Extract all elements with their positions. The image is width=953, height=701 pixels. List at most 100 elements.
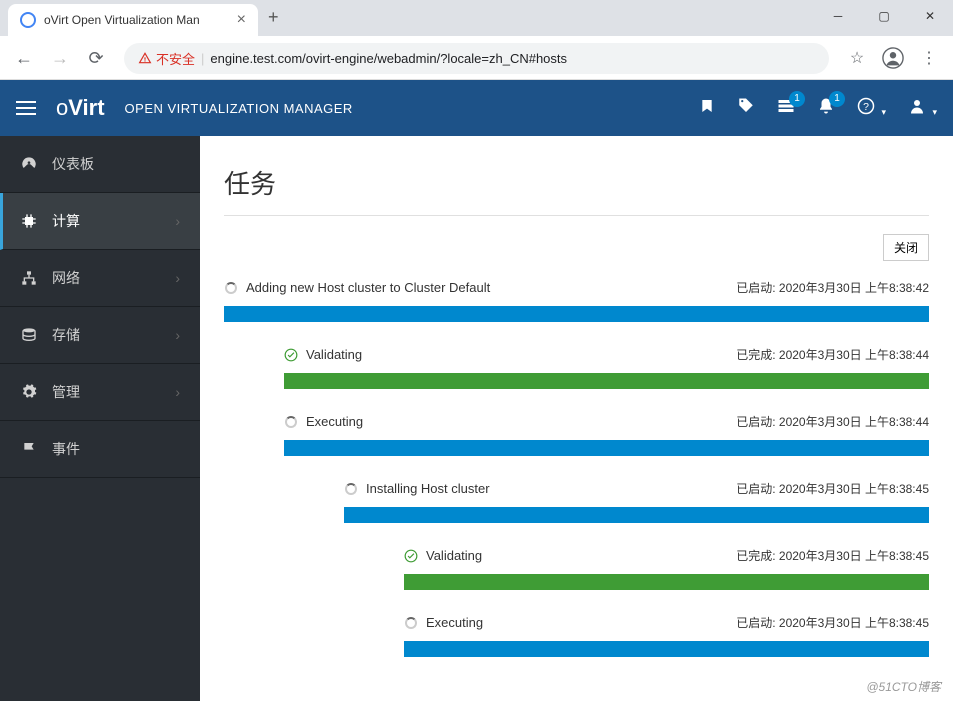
divider [224,215,929,216]
bookmark-icon [699,98,715,114]
spinner-icon [224,281,238,295]
progress-bar [404,641,929,657]
flag-icon [20,441,38,457]
app-header: oVirt OPEN VIRTUALIZATION MANAGER 1 1 ? … [0,80,953,136]
app-subtitle: OPEN VIRTUALIZATION MANAGER [125,101,353,116]
browser-chrome: ─ ▢ ✕ oVirt Open Virtualization Man × + … [0,0,953,80]
task-row: Executing 已启动: 2020年3月30日 上午8:38:45 [404,608,929,657]
sidebar-item-label: 事件 [52,439,180,459]
browser-menu-button[interactable]: ⋮ [913,42,945,74]
progress-bar [404,574,929,590]
browser-tab[interactable]: oVirt Open Virtualization Man × [8,4,258,36]
check-circle-icon [404,549,418,563]
sidebar-item-dashboard[interactable]: 仪表板 [0,136,200,193]
task-timestamp: 已完成: 2020年3月30日 上午8:38:45 [736,547,929,564]
gear-icon [20,384,38,400]
progress-bar [224,306,929,322]
tasks-list: Adding new Host cluster to Cluster Defau… [224,273,929,657]
task-timestamp: 已启动: 2020年3月30日 上午8:38:45 [736,480,929,497]
help-icon: ? [857,97,875,115]
dashboard-icon [20,156,38,172]
close-button[interactable]: 关闭 [883,234,929,261]
bookmark-header-button[interactable] [699,98,715,119]
forward-button[interactable]: → [44,42,76,74]
tasks-button[interactable]: 1 [777,97,795,120]
menu-toggle-button[interactable] [16,97,36,119]
task-name: Adding new Host cluster to Cluster Defau… [246,280,728,295]
tab-title: oVirt Open Virtualization Man [44,13,229,27]
task-header[interactable]: Adding new Host cluster to Cluster Defau… [224,273,929,302]
action-row: 关闭 [224,234,929,261]
task-header[interactable]: Validating 已完成: 2020年3月30日 上午8:38:44 [284,340,929,369]
check-circle-icon [284,348,298,362]
progress-bar [284,440,929,456]
new-tab-button[interactable]: + [258,0,289,36]
chevron-right-icon: › [175,213,180,229]
url-text: engine.test.com/ovirt-engine/webadmin/?l… [210,51,567,66]
sidebar: 仪表板 计算 › 网络 › 存储 › 管理 › 事件 [0,136,200,701]
task-header[interactable]: Installing Host cluster已启动: 2020年3月30日 上… [344,474,929,503]
task-timestamp: 已完成: 2020年3月30日 上午8:38:44 [736,346,929,363]
back-button[interactable]: ← [8,42,40,74]
task-row: Adding new Host cluster to Cluster Defau… [224,273,929,322]
sidebar-item-label: 仪表板 [52,154,180,174]
task-name: Executing [306,414,728,429]
alerts-button[interactable]: 1 [817,97,835,120]
main-content: 任务 关闭 Adding new Host cluster to Cluster… [200,136,953,701]
help-button[interactable]: ? ▾ [857,97,886,120]
task-row: Installing Host cluster已启动: 2020年3月30日 上… [344,474,929,523]
sidebar-item-compute[interactable]: 计算 › [0,193,200,250]
warning-triangle-icon [138,51,152,65]
chevron-right-icon: › [175,270,180,286]
task-row: Executing已启动: 2020年3月30日 上午8:38:44 [284,407,929,456]
spinner-icon [284,415,298,429]
progress-bar [284,373,929,389]
bookmark-button[interactable]: ☆ [841,42,873,74]
url-input[interactable]: 不安全 | engine.test.com/ovirt-engine/webad… [124,43,829,74]
task-header[interactable]: Validating 已完成: 2020年3月30日 上午8:38:45 [404,541,929,570]
task-header[interactable]: Executing已启动: 2020年3月30日 上午8:38:44 [284,407,929,436]
window-minimize-button[interactable]: ─ [815,0,861,32]
sidebar-item-label: 网络 [52,268,161,288]
sidebar-item-network[interactable]: 网络 › [0,250,200,307]
window-close-button[interactable]: ✕ [907,0,953,32]
task-timestamp: 已启动: 2020年3月30日 上午8:38:45 [736,614,929,631]
window-controls: ─ ▢ ✕ [815,0,953,32]
sidebar-item-label: 计算 [52,211,161,231]
watermark: @51CTO博客 [866,678,941,695]
chevron-right-icon: › [175,384,180,400]
address-bar: ← → ⟳ 不安全 | engine.test.com/ovirt-engine… [0,36,953,80]
sidebar-item-label: 存储 [52,325,161,345]
tasks-badge: 1 [789,91,805,107]
compute-icon [20,213,38,229]
window-maximize-button[interactable]: ▢ [861,0,907,32]
network-icon [20,270,38,286]
tab-close-icon[interactable]: × [237,12,246,28]
sidebar-item-storage[interactable]: 存储 › [0,307,200,364]
task-name: Validating [306,347,728,362]
tags-button[interactable] [737,97,755,120]
chevron-right-icon: › [175,327,180,343]
task-header[interactable]: Executing 已启动: 2020年3月30日 上午8:38:45 [404,608,929,637]
sidebar-item-admin[interactable]: 管理 › [0,364,200,421]
reload-button[interactable]: ⟳ [80,42,112,74]
task-name: Executing [426,615,728,630]
alerts-badge: 1 [829,91,845,107]
profile-button[interactable] [877,42,909,74]
sidebar-item-label: 管理 [52,382,161,402]
task-timestamp: 已启动: 2020年3月30日 上午8:38:42 [736,279,929,296]
tag-icon [737,97,755,115]
security-label: 不安全 [156,49,195,68]
spinner-icon [344,482,358,496]
app-logo: oVirt [56,95,105,121]
user-menu-button[interactable]: ▾ [908,97,937,120]
task-name: Validating [426,548,728,563]
task-row: Validating 已完成: 2020年3月30日 上午8:38:45 [404,541,929,590]
spinner-icon [404,616,418,630]
sidebar-item-events[interactable]: 事件 [0,421,200,478]
tab-favicon-icon [20,12,36,28]
header-actions: 1 1 ? ▾ ▾ [699,97,937,120]
user-avatar-icon [882,47,904,69]
progress-bar [344,507,929,523]
page-title: 任务 [224,164,929,201]
